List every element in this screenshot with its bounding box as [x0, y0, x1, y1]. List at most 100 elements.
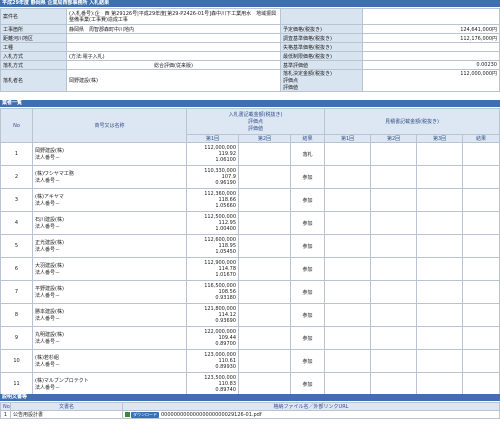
redo-cell — [462, 188, 500, 212]
info-label: 案件名 — [0, 8, 67, 25]
redo-cell — [370, 303, 418, 327]
redo-cell — [370, 372, 418, 396]
col-name: 商号又は名称 — [32, 108, 187, 143]
bidder-row: 1 岡野建設(株) 法人番号－ 112,000,000 119.92 1.06100 落札 — [0, 142, 500, 166]
col-bid: 入札書記載金額(税抜き) 評価点 評価値 — [185, 108, 326, 135]
info-value-2 — [362, 42, 500, 52]
info-value-2: 0.00230 — [362, 60, 500, 70]
info-table: 案件名 (入札番号):企 西 第29126号|平成29年度[第29-P2426-0… — [0, 8, 500, 92]
bidder-bid-round2 — [238, 188, 291, 212]
bid-value: 1.00400 — [215, 226, 236, 232]
bidder-bid-round1: 112,000,000 119.92 1.06100 — [186, 142, 239, 166]
doc-no: 1 — [0, 410, 11, 419]
redo-cell — [416, 142, 464, 166]
info-value-2 — [362, 8, 500, 25]
info-row: 落札方式 総合評価(従来版) 基準評価値 0.00230 — [0, 60, 500, 70]
bidder-result: 参加 — [289, 165, 326, 189]
bidder-name-cell: 石川建設(株) 法人番号－ — [32, 211, 187, 235]
bidder-bid-round2 — [238, 326, 291, 350]
bidder-no: 11 — [0, 372, 33, 396]
col-round2: 第2回 — [238, 134, 291, 143]
info-value: 岡野建設(株) — [66, 69, 281, 92]
bidder-reg-number: 法人番号－ — [35, 293, 61, 299]
bidder-reg-number: 法人番号－ — [35, 224, 61, 230]
bidder-bid-round2 — [238, 234, 291, 258]
info-label-2 — [280, 8, 363, 25]
bidder-bid-round2 — [238, 280, 291, 304]
bidder-name: 平野建設(株) — [35, 286, 64, 292]
info-row: 工種 失格基準価格(税抜き) — [0, 42, 500, 52]
redo-cell — [324, 211, 372, 235]
col-redo-result: 結果 — [462, 134, 500, 143]
col-no: No — [0, 108, 33, 143]
info-label: 距離河川地区 — [0, 33, 67, 43]
bidder-no: 1 — [0, 142, 33, 166]
redo-cell — [462, 349, 500, 373]
bidder-name: 勝本建設(株) — [35, 309, 64, 315]
bidder-bid-round1: 112,600,000 118.95 1.05450 — [186, 234, 239, 258]
redo-cell — [416, 326, 464, 350]
bid-value: 0.96190 — [215, 180, 236, 186]
bidder-name-cell: (株)マルブンプロテクト 法人番号－ — [32, 372, 187, 396]
info-label: 工種 — [0, 42, 67, 52]
bidder-result: 参加 — [289, 234, 326, 258]
bidder-no: 10 — [0, 349, 33, 373]
redo-cell — [370, 211, 418, 235]
bidder-name: (株)マルブンプロテクト — [35, 378, 89, 384]
doc-col-file: 格納ファイル名／外部リンクURL — [122, 402, 500, 411]
download-button[interactable]: ダウンロード — [131, 411, 159, 418]
bid-value: 0.89700 — [215, 341, 236, 347]
bid-value: 1.05660 — [215, 203, 236, 209]
bidder-row: 8 勝本建設(株) 法人番号－ 121,800,000 114.12 0.93690 参加 — [0, 303, 500, 327]
bidder-row: 7 平野建設(株) 法人番号－ 116,500,000 108.56 0.93180 参加 — [0, 280, 500, 304]
redo-cell — [462, 257, 500, 281]
info-value — [66, 42, 281, 52]
docs-table: No 文書名 格納ファイル名／外部リンクURL 1 公告用設計書 ダウンロード 000… — [0, 402, 500, 419]
bidder-bid-round2 — [238, 372, 291, 396]
info-value: (方法:電子入札) — [66, 51, 281, 61]
bidder-bid-round1: 122,000,000 109.44 0.89700 — [186, 326, 239, 350]
bidder-no: 4 — [0, 211, 33, 235]
bidder-result: 参加 — [289, 303, 326, 327]
redo-cell — [416, 234, 464, 258]
info-value-2: 112,176,000円 — [362, 33, 500, 43]
bidder-bid-round2 — [238, 165, 291, 189]
bidder-result: 落札 — [289, 142, 326, 166]
bidder-no: 3 — [0, 188, 33, 212]
bidder-name-cell: 岡野建設(株) 法人番号－ — [32, 142, 187, 166]
bidder-name-cell: 勝本建設(株) 法人番号－ — [32, 303, 187, 327]
bidder-row: 3 (株)アキヤマ 法人番号－ 112,360,000 118.66 1.05660 参加 — [0, 188, 500, 212]
bidder-result: 参加 — [289, 188, 326, 212]
bidders-section-title: 業者一覧 — [0, 100, 500, 107]
redo-cell — [416, 257, 464, 281]
doc-file-link[interactable]: 00000000000000000000029126-01.pdf — [161, 412, 262, 418]
bidder-bid-round1: 123,500,000 110.83 0.89740 — [186, 372, 239, 396]
col-round1: 第1回 — [186, 134, 239, 143]
redo-cell — [416, 211, 464, 235]
bid-value: 0.89740 — [215, 387, 236, 393]
bid-value: 1.05450 — [215, 249, 236, 255]
redo-cell — [324, 326, 372, 350]
redo-cell — [462, 165, 500, 189]
info-value: 静岡県 周智郡森町中川地内 — [66, 24, 281, 34]
redo-cell — [324, 188, 372, 212]
info-value-2 — [362, 51, 500, 61]
bidder-no: 6 — [0, 257, 33, 281]
bidder-no: 9 — [0, 326, 33, 350]
docs-section-title: 説明文書等 — [0, 394, 500, 401]
col-redo-round3: 第3回 — [416, 134, 464, 143]
redo-cell — [370, 234, 418, 258]
redo-cell — [370, 165, 418, 189]
info-row: 入札方式 (方法:電子入札) 最低制限価格(税抜き) — [0, 51, 500, 61]
bidder-row: 9 丸明建設(株) 法人番号－ 122,000,000 109.44 0.89700 参加 — [0, 326, 500, 350]
redo-cell — [324, 280, 372, 304]
redo-cell — [416, 188, 464, 212]
bid-value: 0.93180 — [215, 295, 236, 301]
info-label-value: 評価値 — [283, 85, 299, 91]
bidder-reg-number: 法人番号－ — [35, 270, 61, 276]
bidder-reg-number: 法人番号－ — [35, 155, 61, 161]
doc-name: 公告用設計書 — [10, 410, 123, 419]
redo-cell — [370, 349, 418, 373]
bidder-name-cell: 大羽建設(株) 法人番号－ — [32, 257, 187, 281]
redo-cell — [324, 234, 372, 258]
